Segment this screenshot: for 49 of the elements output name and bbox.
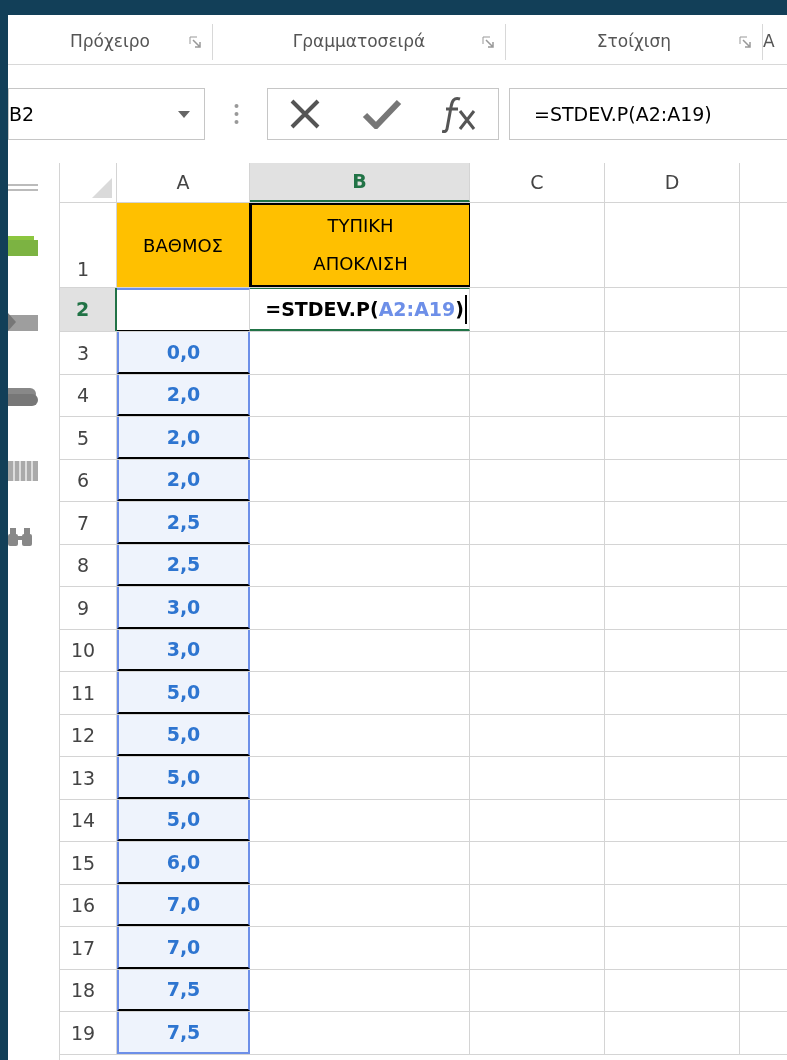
function-button[interactable] bbox=[442, 95, 478, 133]
table-cell: 3,0 bbox=[117, 629, 250, 671]
enter-check-button[interactable] bbox=[362, 99, 402, 129]
cell-formula-editor[interactable]: =STDEV.P(A2:A19) bbox=[265, 295, 467, 324]
grip-dots-icon bbox=[234, 103, 239, 125]
dialog-launcher-icon[interactable] bbox=[739, 36, 752, 49]
table-cell: 2,0 bbox=[117, 374, 250, 416]
function-icon bbox=[442, 95, 478, 133]
column-header[interactable]: D bbox=[605, 163, 740, 202]
binoculars-icon bbox=[8, 528, 34, 548]
table-cell: 5,0 bbox=[117, 672, 250, 714]
ribbon-group-label: Γραμματοσειρά bbox=[292, 30, 426, 54]
cancel-icon bbox=[288, 99, 322, 129]
table-cell: 5,0 bbox=[117, 799, 250, 841]
formula-input[interactable]: =STDEV.P(A2:A19) bbox=[509, 88, 787, 140]
formula-text: =STDEV.P(A2:A19) bbox=[534, 101, 712, 127]
table-cell: 7,0 bbox=[117, 884, 250, 926]
column-header[interactable]: C bbox=[470, 163, 605, 202]
stack-icon bbox=[8, 388, 38, 408]
stacked-cards-icon bbox=[8, 236, 40, 258]
columns-icon bbox=[8, 461, 38, 481]
table-cell: 0,0 bbox=[117, 332, 250, 374]
table-cell: 5,0 bbox=[117, 757, 250, 799]
name-box[interactable]: B2 bbox=[8, 88, 205, 140]
table-cell: 7,5 bbox=[117, 1012, 250, 1054]
row-header[interactable]: 2 bbox=[60, 288, 117, 331]
enter-check-icon bbox=[362, 99, 402, 129]
table-cell: 3,0 bbox=[117, 587, 250, 629]
dialog-launcher-icon[interactable] bbox=[189, 36, 202, 49]
table-cell: 2,0 bbox=[117, 417, 250, 459]
table-cell: 7,5 bbox=[117, 969, 250, 1011]
label-icon bbox=[8, 313, 38, 331]
table-cell: 2,5 bbox=[117, 502, 250, 544]
cell-reference: B2 bbox=[9, 101, 35, 127]
table-cell: ΒΑΘΜΟΣ bbox=[117, 203, 250, 287]
table-cell: ΤΥΠΙΚΗ ΑΠΟΚΛΙΣΗ bbox=[250, 203, 470, 287]
lines-icon bbox=[8, 184, 38, 192]
table-cell: 2,0 bbox=[117, 459, 250, 501]
dropdown-caret-icon bbox=[178, 110, 190, 118]
ribbon-group-label: Στοίχιση bbox=[596, 30, 672, 54]
column-header[interactable]: B bbox=[250, 163, 470, 202]
ribbon-group-label: Πρόχειρο bbox=[70, 30, 150, 54]
cancel-button[interactable] bbox=[288, 99, 322, 129]
dialog-launcher-icon[interactable] bbox=[482, 36, 495, 49]
table-cell: 2,5 bbox=[117, 544, 250, 586]
table-cell: 5,0 bbox=[117, 714, 250, 756]
table-cell: 6,0 bbox=[117, 842, 250, 884]
ribbon-group-label: Α bbox=[763, 30, 775, 54]
table-cell: 7,0 bbox=[117, 927, 250, 969]
